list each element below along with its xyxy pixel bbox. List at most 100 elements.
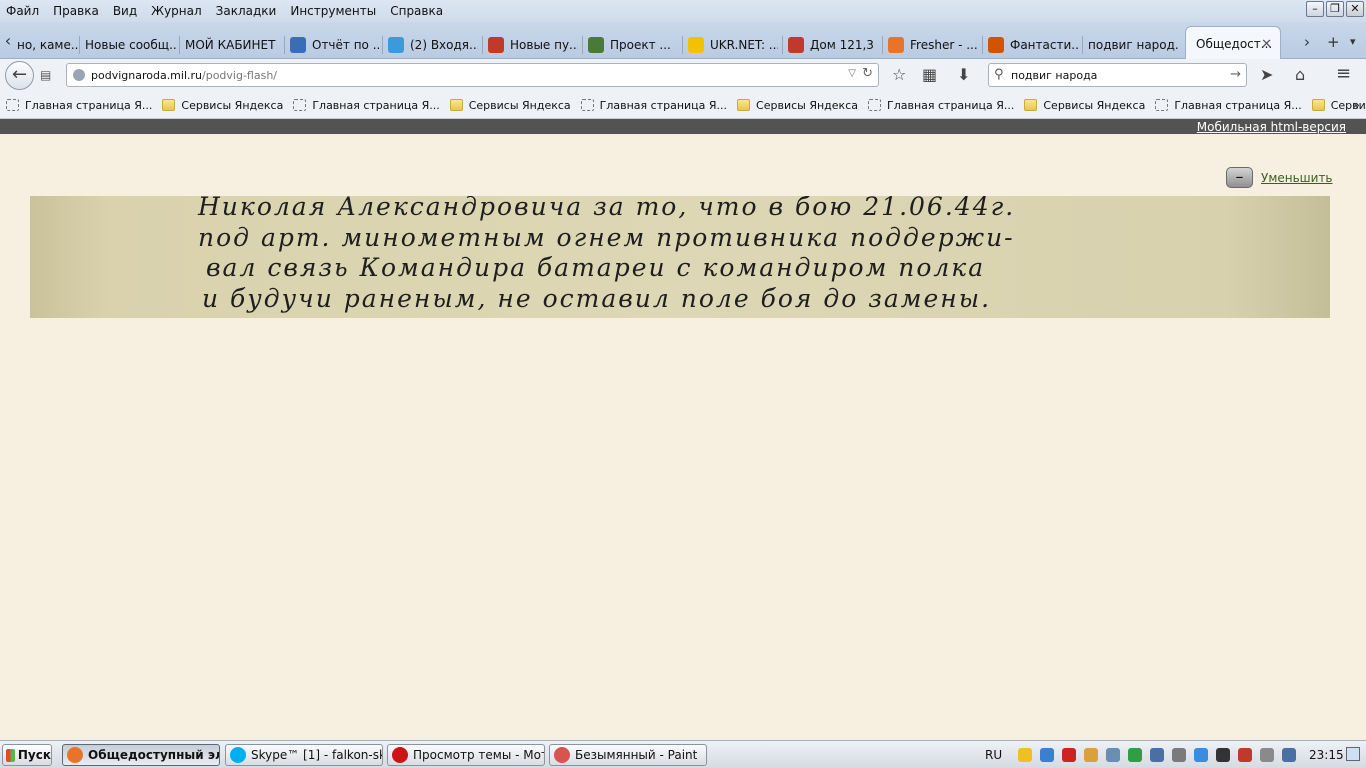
close-button[interactable]: ✕ — [1346, 1, 1364, 17]
search-go-icon[interactable]: → — [1230, 67, 1241, 82]
bookmark-item[interactable]: Главная страница Я... — [1155, 99, 1302, 112]
tray-icon[interactable] — [1150, 748, 1164, 762]
tray-icon[interactable] — [1106, 748, 1120, 762]
tab-1[interactable]: Новые сообщ... — [85, 30, 177, 59]
menu-edit[interactable]: Правка — [47, 0, 107, 22]
tab-10[interactable]: Фантасти... — [988, 30, 1078, 59]
search-input[interactable]: подвиг народа — [1011, 69, 1097, 82]
opera-icon — [392, 747, 408, 763]
bookmark-item[interactable]: Главная страница Я... — [293, 99, 440, 112]
tab-6[interactable]: Проект ... — [588, 30, 678, 59]
tray-icon[interactable] — [1194, 748, 1208, 762]
bookmark-item[interactable]: Сервисы Яндекса — [737, 99, 858, 112]
taskbar: Пуск Общедоступный эле... Skype™ [1] - fa… — [0, 740, 1366, 768]
house-icon — [788, 36, 804, 53]
bookmark-item[interactable]: Сервисы Яндекса — [1024, 99, 1145, 112]
menu-tools[interactable]: Инструменты — [284, 0, 384, 22]
menu-file[interactable]: Файл — [0, 0, 47, 22]
tab-separator — [382, 36, 383, 54]
tray-icon[interactable] — [1216, 748, 1230, 762]
bookmark-item[interactable]: Сервисы Яндекса — [162, 99, 283, 112]
send-icon[interactable]: ➤ — [1260, 65, 1273, 84]
maximize-button[interactable]: ❐ — [1326, 1, 1344, 17]
menu-hamburger-icon[interactable]: ≡ — [1336, 63, 1351, 84]
tab-scroll-left-icon[interactable]: ‹ — [0, 32, 16, 50]
taskbar-button-label: Skype™ [1] - falkon-sky — [251, 748, 383, 762]
tray-icon[interactable] — [1238, 748, 1252, 762]
url-history-dropdown-icon[interactable]: ▽ — [848, 68, 856, 79]
menu-history[interactable]: Журнал — [145, 0, 210, 22]
window-controls: – ❐ ✕ — [1306, 1, 1364, 17]
zoom-out-link[interactable]: Уменьшить — [1261, 171, 1333, 185]
start-button[interactable]: Пуск — [2, 744, 52, 766]
tray-icon[interactable] — [1282, 748, 1296, 762]
folder-icon — [162, 99, 176, 111]
tab-3[interactable]: Отчёт по ... — [290, 30, 380, 59]
tab-active[interactable]: Общедост... ✕ — [1185, 26, 1281, 60]
tab-separator — [882, 36, 883, 54]
bookmark-item[interactable]: Главная страница Я... — [580, 99, 727, 112]
site-identity-icon[interactable] — [73, 69, 85, 81]
bookmark-item[interactable]: Сервисы Яндекса — [449, 98, 571, 112]
menu-bookmarks[interactable]: Закладки — [210, 0, 285, 22]
tab-scroll-right-icon[interactable]: › — [1304, 33, 1310, 51]
tab-groups-icon[interactable]: ▤ — [40, 68, 51, 82]
url-host: podvignaroda.mil.ru — [91, 68, 203, 82]
tab-2[interactable]: МОЙ КАБИНЕТ — [185, 30, 281, 59]
downloads-icon[interactable]: ⬇ — [957, 65, 970, 84]
tray-icon[interactable] — [1040, 748, 1054, 762]
bookmarks-overflow-icon[interactable]: » — [1353, 98, 1360, 112]
tray-icon[interactable] — [1062, 748, 1076, 762]
back-button[interactable]: ← — [5, 61, 34, 90]
new-tab-icon[interactable]: + — [1327, 33, 1340, 51]
clock[interactable]: 23:15 — [1309, 748, 1344, 762]
tray-icon[interactable] — [1172, 748, 1186, 762]
zoom-out-button[interactable]: – — [1226, 167, 1253, 188]
taskbar-button[interactable]: Общедоступный эле... — [62, 744, 220, 766]
language-indicator[interactable]: RU — [985, 748, 1002, 762]
archive-document-image[interactable]: Николая Александровича за то, что в бою … — [30, 196, 1330, 318]
search-bar[interactable]: ⚲ подвиг народа → — [988, 63, 1247, 87]
tab-list-icon[interactable]: ▾ — [1350, 35, 1356, 48]
tab-8[interactable]: Дом 121,3 — [788, 30, 878, 59]
tray-icon[interactable] — [1260, 748, 1274, 762]
tab-close-icon[interactable]: ✕ — [1261, 37, 1272, 52]
show-desktop-icon[interactable] — [1346, 747, 1360, 761]
tray-icon[interactable] — [1018, 748, 1032, 762]
tray-icon[interactable] — [1128, 748, 1142, 762]
tab-4[interactable]: (2) Входя... — [388, 30, 478, 59]
tab-label: Новые пу... — [510, 37, 578, 52]
tab-separator — [179, 36, 180, 54]
minimize-button[interactable]: – — [1306, 1, 1324, 17]
taskbar-button[interactable]: Skype™ [1] - falkon-sky — [225, 744, 383, 766]
menu-help[interactable]: Справка — [384, 0, 451, 22]
tab-label: МОЙ КАБИНЕТ — [185, 37, 276, 52]
tray-icon[interactable] — [1084, 748, 1098, 762]
page-header-strip: Мобильная html-версия — [0, 119, 1366, 134]
tab-7[interactable]: UKR.NET: ... — [688, 30, 778, 59]
menu-view[interactable]: Вид — [107, 0, 145, 22]
tab-11[interactable]: подвиг народ... — [1088, 30, 1178, 59]
document-line: под арт. минометным огнем противника под… — [198, 223, 1015, 252]
url-bar[interactable]: podvignaroda.mil.ru/podvig-flash/ ▽ ↻ — [66, 63, 879, 87]
document-line: Николая Александровича за то, что в бою … — [198, 196, 1016, 221]
home-icon[interactable]: ⌂ — [1295, 65, 1305, 84]
tab-label: Новые сообщ... — [85, 37, 177, 52]
tab-9[interactable]: Fresher - ... — [888, 30, 978, 59]
document-line: вал связь Командира батареи с командиром… — [206, 253, 986, 282]
taskbar-button[interactable]: Безымянный - Paint — [549, 744, 707, 766]
bookmarks-menu-icon[interactable]: ▦ — [922, 65, 937, 84]
bookmark-item[interactable]: Главная страница Я... — [867, 99, 1014, 112]
bookmarks-bar: Главная страница Я... Сервисы Яндекса Глав… — [0, 92, 1366, 119]
reload-icon[interactable]: ↻ — [862, 66, 873, 81]
search-icon: ⚲ — [994, 67, 1004, 82]
tab-label: подвиг народ... — [1088, 37, 1178, 52]
mobile-version-link[interactable]: Мобильная html-версия — [1197, 120, 1346, 134]
tab-5[interactable]: Новые пу... — [488, 30, 578, 59]
bookmark-item[interactable]: Главная страница Я... — [6, 99, 152, 112]
bookmark-star-icon[interactable]: ☆ — [892, 65, 906, 84]
tab-label: Фантасти... — [1010, 37, 1078, 52]
bookmark-label: Сервисы Яндекса — [468, 98, 571, 112]
taskbar-button[interactable]: Просмотр темы - Мотоц... — [387, 744, 545, 766]
tab-0[interactable]: но, каме... — [17, 30, 79, 59]
